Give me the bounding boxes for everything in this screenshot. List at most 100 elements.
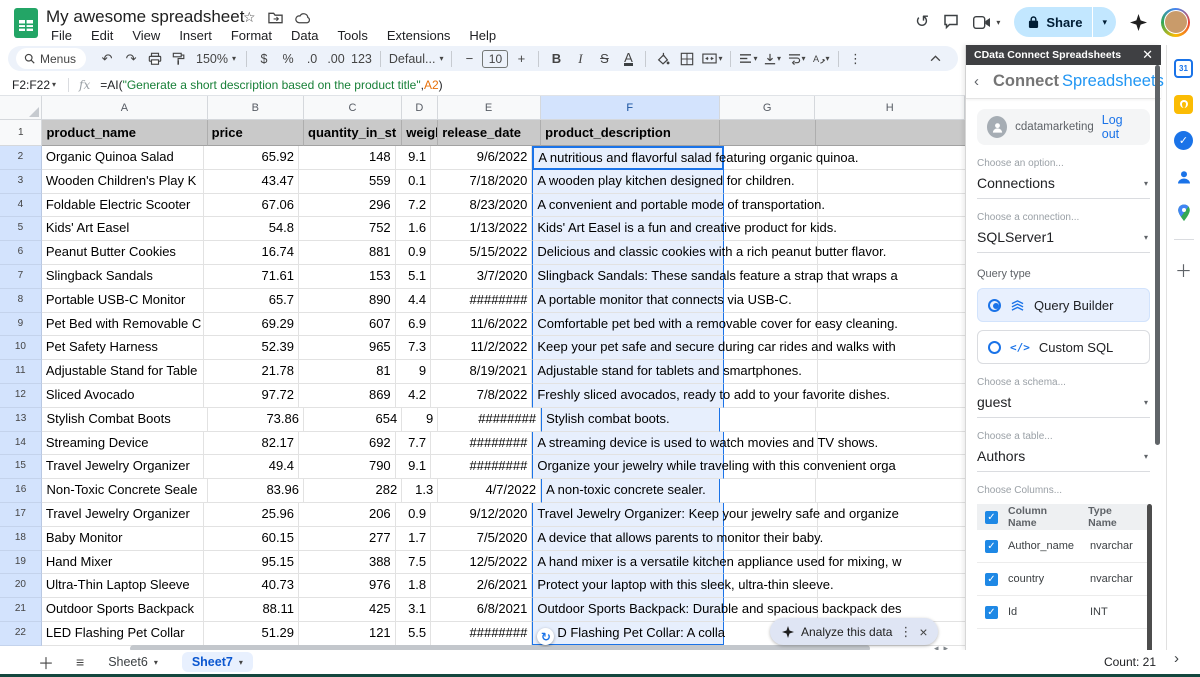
- cell-F8[interactable]: A portable monitor that connects via USB…: [532, 289, 724, 313]
- name-box[interactable]: F2:F22▾: [0, 78, 62, 92]
- cell-B4[interactable]: 67.06: [204, 194, 299, 218]
- gemini-sparkle-icon[interactable]: [1130, 14, 1147, 31]
- cell-C9[interactable]: 607: [299, 313, 396, 337]
- format-percent-button[interactable]: %: [277, 48, 299, 69]
- row-header-4[interactable]: 4: [0, 194, 42, 218]
- cell-E4[interactable]: 8/23/2020: [431, 194, 532, 218]
- all-sheets-icon[interactable]: ≡: [76, 654, 84, 670]
- cell-A20[interactable]: Ultra-Thin Laptop Sleeve: [42, 574, 204, 598]
- cell-D11[interactable]: 9: [396, 360, 431, 384]
- cell-E22[interactable]: ########: [431, 622, 532, 646]
- horizontal-align-button[interactable]: ▾: [737, 48, 759, 69]
- cell-D9[interactable]: 6.9: [396, 313, 431, 337]
- star-icon[interactable]: ☆: [243, 9, 256, 26]
- row-header-2[interactable]: 2: [0, 146, 42, 170]
- row-header-7[interactable]: 7: [0, 265, 42, 289]
- menu-help[interactable]: Help: [462, 26, 503, 45]
- cell-A10[interactable]: Pet Safety Harness: [42, 336, 204, 360]
- get-addons-icon[interactable]: ＋: [1175, 257, 1192, 282]
- cell-D2[interactable]: 9.1: [396, 146, 431, 170]
- sidebar-close-icon[interactable]: ✕: [1142, 47, 1153, 63]
- cell-E1[interactable]: release_date: [438, 120, 541, 146]
- cell-E5[interactable]: 1/13/2022: [431, 217, 532, 241]
- analyze-data-pill[interactable]: Analyze this data ⋮ ×: [770, 618, 938, 645]
- cell-E16[interactable]: 4/7/2022: [438, 479, 541, 503]
- cell-H8[interactable]: [818, 289, 965, 313]
- row-header-10[interactable]: 10: [0, 336, 42, 360]
- cell-F10[interactable]: Keep your pet safe and secure during car…: [532, 336, 724, 360]
- row-header-12[interactable]: 12: [0, 384, 42, 408]
- cell-F22[interactable]: ↻D Flashing Pet Collar: A collafor pe: [532, 622, 724, 646]
- maps-icon[interactable]: [1174, 203, 1193, 222]
- cell-E7[interactable]: 3/7/2020: [431, 265, 532, 289]
- cell-A17[interactable]: Travel Jewelry Organizer: [42, 503, 204, 527]
- sheet-tab-sheet7[interactable]: Sheet7▾: [182, 652, 253, 672]
- cell-E3[interactable]: 7/18/2020: [431, 170, 532, 194]
- table-select[interactable]: Authors▾: [977, 442, 1150, 472]
- query-builder-option[interactable]: Query Builder: [977, 288, 1150, 322]
- add-filter-icon[interactable]: ＋: [1022, 643, 1038, 650]
- column-header-E[interactable]: E: [438, 96, 541, 120]
- cell-E18[interactable]: 7/5/2020: [431, 527, 532, 551]
- cell-E12[interactable]: 7/8/2022: [431, 384, 532, 408]
- column-header-F[interactable]: F: [541, 96, 720, 120]
- cell-E9[interactable]: 11/6/2022: [431, 313, 532, 337]
- cell-D8[interactable]: 4.4: [396, 289, 431, 313]
- redo-button[interactable]: ↷: [120, 48, 142, 69]
- columns-scrollbar[interactable]: [1147, 504, 1152, 650]
- custom-sql-option[interactable]: </> Custom SQL: [977, 330, 1150, 364]
- cell-C19[interactable]: 388: [299, 551, 396, 575]
- cell-B8[interactable]: 65.7: [204, 289, 299, 313]
- schema-select[interactable]: guest▾: [977, 388, 1150, 418]
- cell-F4[interactable]: A convenient and portable mode of transp…: [532, 194, 724, 218]
- cell-E15[interactable]: ########: [431, 455, 532, 479]
- cell-H13[interactable]: [816, 408, 965, 432]
- cell-B12[interactable]: 97.72: [204, 384, 299, 408]
- add-sheet-icon[interactable]: ＋: [38, 650, 54, 674]
- sidebar-scrollbar[interactable]: [1155, 65, 1160, 650]
- cell-C3[interactable]: 559: [299, 170, 396, 194]
- cell-B14[interactable]: 82.17: [204, 432, 299, 456]
- menu-view[interactable]: View: [125, 26, 167, 45]
- checkbox-checked-icon[interactable]: ✓: [985, 540, 998, 553]
- cell-F20[interactable]: Protect your laptop with this sleek, ult…: [532, 574, 724, 598]
- connection-select[interactable]: SQLServer1▾: [977, 223, 1150, 253]
- cell-F14[interactable]: A streaming device is used to watch movi…: [532, 432, 724, 456]
- cell-C22[interactable]: 121: [299, 622, 396, 646]
- italic-button[interactable]: I: [569, 48, 591, 69]
- cell-F1[interactable]: product_description: [541, 120, 720, 146]
- cell-G1[interactable]: [720, 120, 815, 146]
- cell-H1[interactable]: [816, 120, 965, 146]
- collapse-toolbar-icon[interactable]: [924, 48, 946, 69]
- cell-E11[interactable]: 8/19/2021: [431, 360, 532, 384]
- column-header-H[interactable]: H: [815, 96, 965, 120]
- cell-H3[interactable]: [818, 170, 965, 194]
- cell-F15[interactable]: Organize your jewelry while traveling wi…: [532, 455, 724, 479]
- cell-B20[interactable]: 40.73: [204, 574, 299, 598]
- checkbox-checked-icon[interactable]: ✓: [985, 573, 998, 586]
- cell-B13[interactable]: 73.86: [208, 408, 304, 432]
- cell-A21[interactable]: Outdoor Sports Backpack: [42, 598, 204, 622]
- row-header-16[interactable]: 16: [0, 479, 42, 503]
- cell-E21[interactable]: 6/8/2021: [431, 598, 532, 622]
- decrease-decimal-button[interactable]: .0: [301, 48, 323, 69]
- cell-D21[interactable]: 3.1: [396, 598, 431, 622]
- cell-D14[interactable]: 7.7: [396, 432, 431, 456]
- cell-A8[interactable]: Portable USB-C Monitor: [42, 289, 204, 313]
- cell-C12[interactable]: 869: [299, 384, 396, 408]
- cell-A1[interactable]: product_name: [42, 120, 207, 146]
- cell-B5[interactable]: 54.8: [204, 217, 299, 241]
- cell-C10[interactable]: 965: [299, 336, 396, 360]
- cell-B7[interactable]: 71.61: [204, 265, 299, 289]
- cell-E14[interactable]: ########: [431, 432, 532, 456]
- row-header-13[interactable]: 13: [0, 408, 42, 432]
- cell-D20[interactable]: 1.8: [396, 574, 431, 598]
- cell-B2[interactable]: 65.92: [204, 146, 299, 170]
- row-header-21[interactable]: 21: [0, 598, 42, 622]
- cell-A7[interactable]: Slingback Sandals: [42, 265, 204, 289]
- cell-F11[interactable]: Adjustable stand for tablets and smartph…: [532, 360, 724, 384]
- cell-C5[interactable]: 752: [299, 217, 396, 241]
- meet-video-icon[interactable]: [973, 16, 991, 29]
- cell-F18[interactable]: A device that allows parents to monitor …: [532, 527, 724, 551]
- undo-button[interactable]: ↶: [96, 48, 118, 69]
